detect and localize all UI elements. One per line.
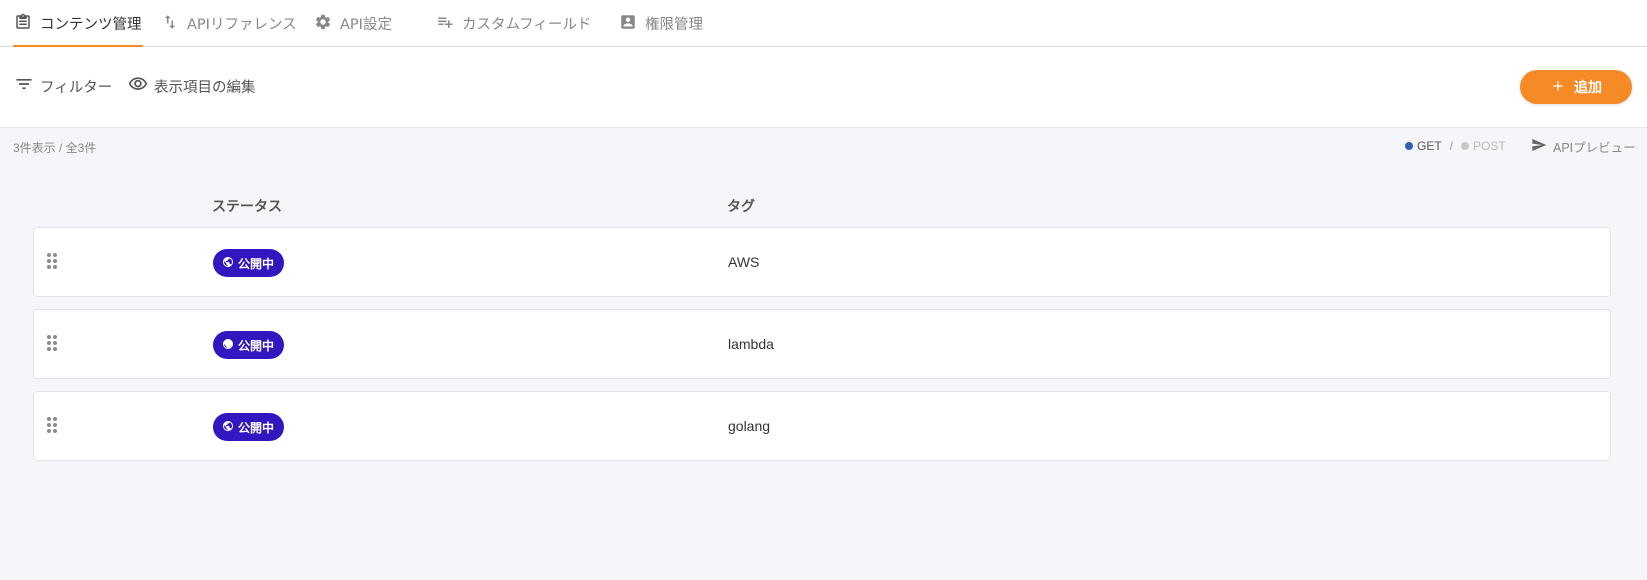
status-badge: 公開中 bbox=[213, 249, 285, 277]
get-label: GET bbox=[1417, 139, 1442, 153]
filter-label: フィルター bbox=[40, 79, 113, 96]
api-preview-button[interactable]: APIプレビュー bbox=[1531, 137, 1636, 156]
method-separator: / bbox=[1449, 139, 1454, 153]
status-label: 公開中 bbox=[238, 338, 275, 353]
globe-icon bbox=[222, 338, 234, 353]
toolbar: フィルター 表示項目の編集 bbox=[0, 47, 1647, 128]
api-preview-label: APIプレビュー bbox=[1553, 141, 1636, 155]
post-label: POST bbox=[1473, 139, 1506, 153]
table-row[interactable]: 公開中 lambda bbox=[33, 309, 1611, 379]
gear-icon bbox=[314, 13, 332, 35]
drag-handle-icon[interactable] bbox=[46, 416, 58, 434]
column-header-status[interactable]: ステータス bbox=[212, 196, 282, 216]
clipboard-icon bbox=[14, 13, 32, 35]
tab-bar: コンテンツ管理 APIリファレンス API設定 カスタムフィールド 権限管理 bbox=[0, 0, 1647, 48]
method-toggle: GET / POST bbox=[1405, 139, 1506, 153]
tab-permissions[interactable]: 権限管理 bbox=[619, 0, 703, 47]
status-label: 公開中 bbox=[238, 420, 275, 435]
tab-custom-fields[interactable]: カスタムフィールド bbox=[436, 0, 591, 47]
tag-cell: AWS bbox=[728, 254, 760, 270]
post-dot-icon bbox=[1461, 142, 1470, 150]
drag-handle-icon[interactable] bbox=[46, 334, 58, 352]
tab-content-management[interactable]: コンテンツ管理 bbox=[13, 0, 142, 48]
add-label: 追加 bbox=[1574, 79, 1602, 95]
account-box-icon bbox=[619, 13, 637, 35]
playlist-add-icon bbox=[436, 13, 454, 35]
plus-icon bbox=[1550, 78, 1566, 97]
status-badge: 公開中 bbox=[213, 413, 285, 441]
tab-api-reference[interactable]: APIリファレンス bbox=[161, 0, 297, 47]
globe-icon bbox=[222, 256, 234, 271]
edit-columns-label: 表示項目の編集 bbox=[154, 79, 256, 96]
status-label: 公開中 bbox=[238, 256, 275, 271]
drag-handle-icon[interactable] bbox=[46, 252, 58, 270]
globe-icon bbox=[222, 420, 234, 435]
tab-label: 権限管理 bbox=[645, 17, 703, 33]
get-method-option[interactable]: GET bbox=[1405, 139, 1442, 153]
column-header-tag[interactable]: タグ bbox=[727, 196, 755, 216]
filter-icon bbox=[14, 74, 34, 98]
filter-button[interactable]: フィルター bbox=[14, 74, 112, 98]
tab-api-settings[interactable]: API設定 bbox=[314, 0, 392, 47]
table-row[interactable]: 公開中 AWS bbox=[33, 227, 1611, 297]
send-icon bbox=[1531, 137, 1547, 156]
tab-label: カスタムフィールド bbox=[462, 17, 592, 33]
status-badge: 公開中 bbox=[213, 331, 285, 359]
add-button[interactable]: 追加 bbox=[1520, 70, 1632, 104]
tag-cell: lambda bbox=[728, 336, 774, 352]
eye-icon bbox=[128, 74, 148, 98]
edit-columns-button[interactable]: 表示項目の編集 bbox=[128, 74, 256, 98]
post-method-option[interactable]: POST bbox=[1461, 139, 1506, 153]
get-dot-icon bbox=[1405, 142, 1413, 150]
tab-label: コンテンツ管理 bbox=[40, 17, 142, 33]
tag-cell: golang bbox=[728, 418, 771, 434]
tab-label: APIリファレンス bbox=[187, 17, 297, 33]
item-count: 3件表示 / 全3件 bbox=[13, 141, 97, 155]
table-row[interactable]: 公開中 golang bbox=[33, 391, 1611, 461]
swap-vertical-icon bbox=[161, 13, 179, 35]
tab-label: API設定 bbox=[340, 17, 392, 33]
